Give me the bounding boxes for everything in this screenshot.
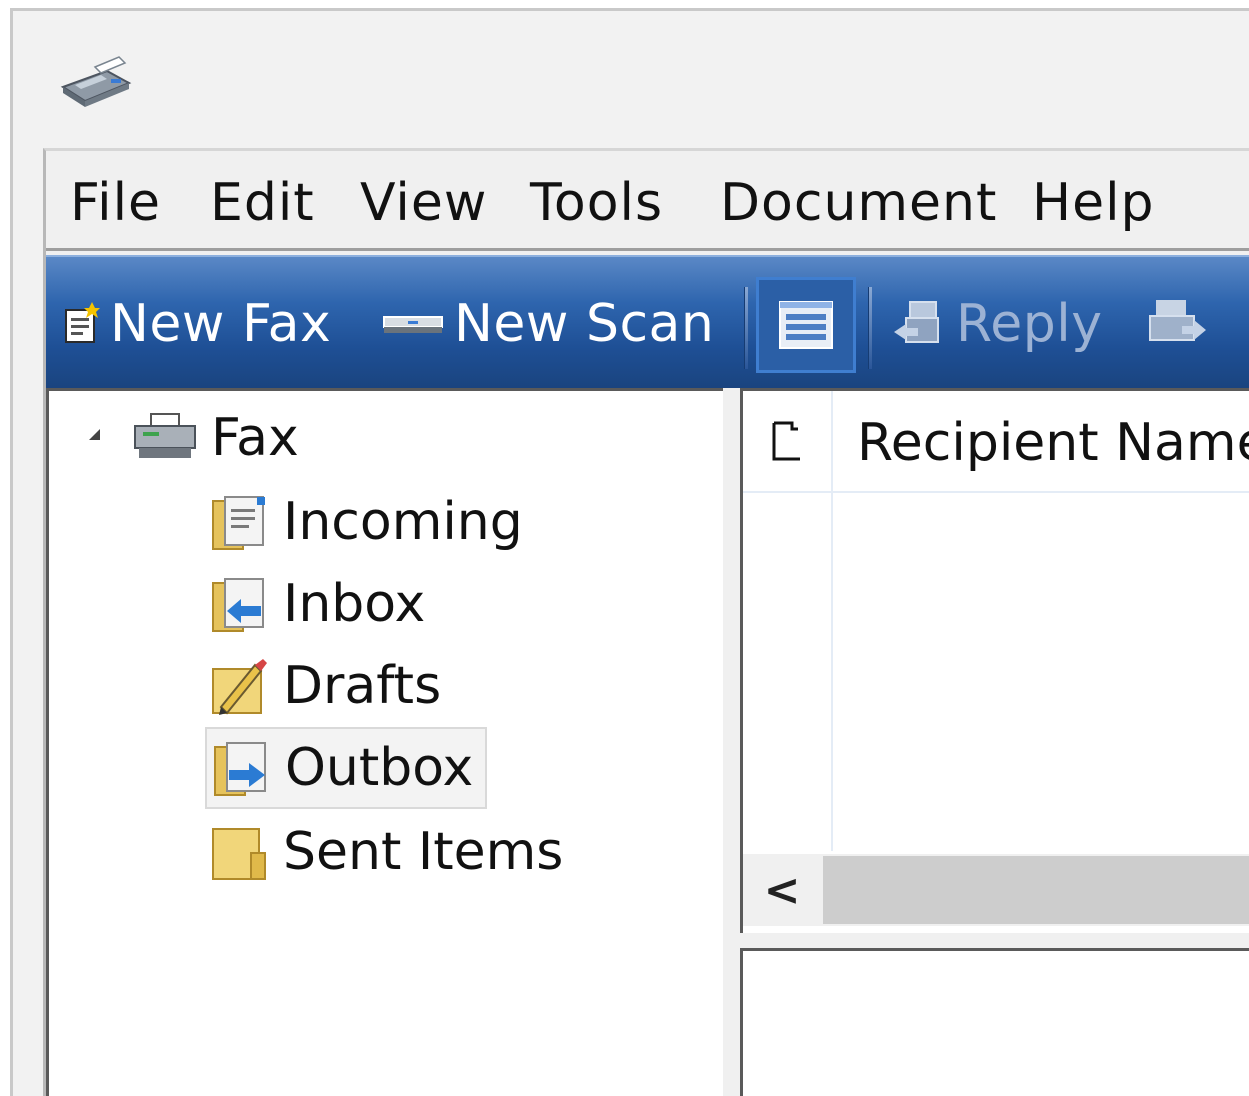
view-pane-toggle-button[interactable] xyxy=(756,277,856,373)
tree-item-drafts[interactable]: Drafts xyxy=(211,651,441,721)
scroll-left-button[interactable]: < xyxy=(743,854,821,926)
new-fax-button[interactable]: New Fax xyxy=(64,289,331,359)
tree-item-incoming[interactable]: Incoming xyxy=(211,487,523,557)
drafts-pencil-icon xyxy=(212,659,267,715)
menu-edit[interactable]: Edit xyxy=(210,173,315,233)
inbox-folder-icon xyxy=(212,578,264,632)
column-header-row: Recipient Name xyxy=(743,391,1249,493)
tree-label-inbox: Inbox xyxy=(283,574,426,634)
new-fax-label: New Fax xyxy=(110,294,332,354)
toolbar-separator xyxy=(868,287,872,369)
toolbar-separator xyxy=(744,287,748,369)
tree-item-outbox[interactable]: Outbox xyxy=(205,727,488,809)
menu-tools[interactable]: Tools xyxy=(530,173,663,233)
reply-icon xyxy=(894,301,939,343)
tree-label-fax: Fax xyxy=(211,408,299,468)
fax-list: Recipient Name < xyxy=(740,388,1249,933)
column-header-type[interactable] xyxy=(743,391,833,491)
preview-pane xyxy=(740,948,1249,1096)
column-header-recipient-name[interactable]: Recipient Name xyxy=(857,413,1249,473)
incoming-folder-icon xyxy=(212,495,265,550)
forward-fax-icon xyxy=(1149,300,1206,341)
tree-label-outbox: Outbox xyxy=(285,738,474,798)
scanner-icon xyxy=(383,316,443,333)
fax-machine-icon xyxy=(60,56,132,107)
tree-item-inbox[interactable]: Inbox xyxy=(211,569,425,639)
reply-button[interactable]: Reply xyxy=(892,289,1103,359)
new-fax-icon xyxy=(65,302,100,343)
fax-and-scan-window: File Edit View Tools Document Help New F… xyxy=(10,8,1249,1096)
outbox-folder-icon xyxy=(214,742,266,796)
column-divider xyxy=(831,491,833,851)
menu-help[interactable]: Help xyxy=(1032,173,1155,233)
fax-printer-icon xyxy=(134,413,196,458)
reply-label: Reply xyxy=(956,294,1103,354)
menu-view[interactable]: View xyxy=(360,173,487,233)
sent-items-folder-icon xyxy=(212,828,266,880)
vertical-splitter[interactable] xyxy=(723,388,740,1096)
horizontal-splitter[interactable] xyxy=(740,933,1249,948)
main-client-area: File Edit View Tools Document Help New F… xyxy=(43,148,1249,1096)
menu-document[interactable]: Document xyxy=(720,173,997,233)
new-scan-label: New Scan xyxy=(454,294,715,354)
tree-item-fax[interactable]: Fax xyxy=(133,403,299,473)
horizontal-scrollbar[interactable]: < xyxy=(743,854,1249,926)
pane-layout-icon xyxy=(779,301,833,349)
tree-label-sent-items: Sent Items xyxy=(283,822,564,882)
new-scan-button[interactable]: New Scan xyxy=(382,289,714,359)
folder-tree: Fax Incoming Inbox Drafts Outbox Sent It… xyxy=(46,388,723,1096)
document-type-icon xyxy=(772,421,800,461)
tree-item-sent-items[interactable]: Sent Items xyxy=(211,817,563,887)
forward-button[interactable] xyxy=(1146,289,1208,359)
tree-label-incoming: Incoming xyxy=(283,492,523,552)
menu-file[interactable]: File xyxy=(70,173,161,233)
scrollbar-thumb[interactable] xyxy=(823,856,1249,924)
collapse-arrow-icon[interactable] xyxy=(89,429,100,440)
title-bar[interactable] xyxy=(13,11,1249,146)
menu-bar: File Edit View Tools Document Help xyxy=(46,151,1249,251)
toolbar: New Fax New Scan Reply xyxy=(46,255,1249,388)
tree-label-drafts: Drafts xyxy=(283,656,442,716)
